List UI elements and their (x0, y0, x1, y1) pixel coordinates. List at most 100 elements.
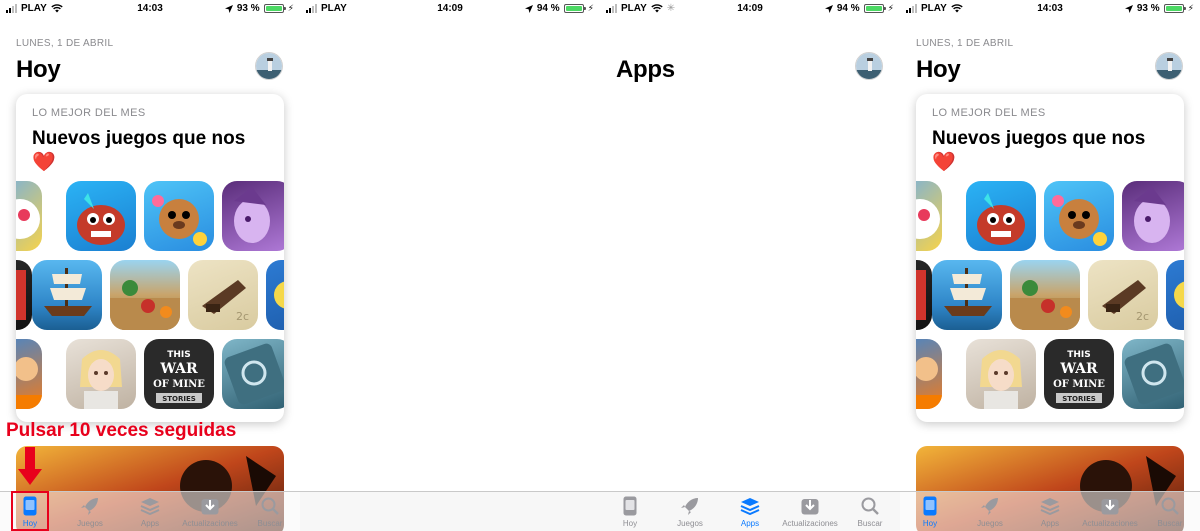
app-icon[interactable] (32, 260, 102, 330)
app-icon[interactable] (66, 339, 136, 409)
status-bar: PLAY 14:03 93 % ⚡ (0, 0, 300, 18)
charging-icon: ⚡ (587, 3, 594, 13)
tab-apps[interactable]: Apps (120, 492, 180, 531)
app-icon[interactable] (916, 260, 932, 330)
battery-icon (563, 4, 586, 13)
battery-percent: 93 % (236, 3, 260, 14)
app-icon[interactable] (222, 181, 284, 251)
charging-icon: ⚡ (887, 3, 894, 13)
heart-emoji: ❤️ (932, 152, 956, 173)
location-icon (824, 4, 833, 13)
tab-bar-empty (300, 491, 600, 531)
tab-juegos[interactable]: Juegos (960, 492, 1020, 531)
app-icon[interactable] (932, 260, 1002, 330)
heart-emoji: ❤️ (32, 152, 56, 173)
app-icon[interactable] (1122, 339, 1184, 409)
tab-apps[interactable]: Apps (1020, 492, 1080, 531)
tab-juegos[interactable]: Juegos (60, 492, 120, 531)
app-icon[interactable] (144, 181, 214, 251)
app-icon[interactable] (1044, 181, 1114, 251)
account-avatar[interactable] (855, 52, 883, 80)
app-icon[interactable] (966, 181, 1036, 251)
account-avatar[interactable] (1155, 52, 1183, 80)
app-icon[interactable] (110, 260, 180, 330)
page-title: Hoy (916, 56, 961, 83)
account-avatar[interactable] (255, 52, 283, 80)
card-subtitle: LO MEJOR DEL MES (32, 107, 146, 119)
screen-apps: PLAY ✳ 14:09 94 % ⚡ Apps Hoy Juegos Apps… (600, 0, 900, 531)
svg-text:OF MINE: OF MINE (153, 379, 205, 390)
screen-blank: PLAY 14:09 94 % ⚡ (300, 0, 600, 531)
app-icon[interactable]: THIS WAR OF MINE STORIES (144, 339, 214, 409)
app-icon[interactable] (222, 339, 284, 409)
app-icon[interactable]: 2c (1088, 260, 1158, 330)
download-icon (1098, 495, 1122, 517)
download-icon (798, 495, 822, 517)
svg-text:WAR: WAR (159, 361, 198, 377)
tab-buscar[interactable]: Buscar (1140, 492, 1200, 531)
svg-text:OF MINE: OF MINE (1053, 379, 1105, 390)
rocket-icon (678, 495, 702, 517)
app-icon[interactable]: 2c (188, 260, 258, 330)
featured-card[interactable]: LO MEJOR DEL MES Nuevos juegos que nos ❤… (916, 94, 1184, 422)
app-icon[interactable] (1010, 260, 1080, 330)
page-title: Apps (616, 56, 675, 83)
location-icon (1124, 4, 1133, 13)
status-bar: PLAY 14:09 94 % ⚡ (300, 0, 600, 18)
card-title: Nuevos juegos que nos ❤️ (32, 128, 246, 173)
app-icon[interactable] (966, 339, 1036, 409)
highlight-box (11, 491, 49, 531)
app-icon[interactable] (66, 181, 136, 251)
app-icon[interactable] (916, 339, 942, 409)
download-icon (198, 495, 222, 517)
annotation-label: Pulsar 10 veces seguidas (6, 420, 237, 441)
tab-buscar[interactable]: Buscar (240, 492, 300, 531)
app-icon[interactable]: THIS WAR OF MINE STORIES (1044, 339, 1114, 409)
tab-bar: Hoy Juegos Apps Actualizaciones Buscar (600, 491, 900, 531)
page-title: Hoy (16, 56, 61, 83)
tab-actualizaciones[interactable]: Actualizaciones (180, 492, 240, 531)
app-icon[interactable] (16, 181, 42, 251)
tab-actualizaciones[interactable]: Actualizaciones (780, 492, 840, 531)
app-icon[interactable] (1122, 181, 1184, 251)
screen-today-2: PLAY 14:03 93 % ⚡ LUNES, 1 DE ABRIL Hoy … (900, 0, 1200, 531)
arrow-down-icon (18, 447, 42, 485)
card-title: Nuevos juegos que nos ❤️ (932, 128, 1146, 173)
layers-icon (1038, 495, 1062, 517)
tab-hoy[interactable]: Hoy (900, 492, 960, 531)
svg-text:2c: 2c (236, 310, 249, 323)
date-label: LUNES, 1 DE ABRIL (16, 38, 114, 49)
app-icon[interactable] (266, 260, 284, 330)
date-label: LUNES, 1 DE ABRIL (916, 38, 1014, 49)
battery-icon (263, 4, 286, 13)
battery-icon (863, 4, 886, 13)
charging-icon: ⚡ (287, 3, 294, 13)
app-icon[interactable] (16, 260, 32, 330)
location-icon (224, 4, 233, 13)
app-icon[interactable] (16, 339, 42, 409)
svg-text:STORIES: STORIES (1062, 395, 1096, 403)
status-bar: PLAY 14:03 93 % ⚡ (900, 0, 1200, 18)
battery-percent: 94 % (536, 3, 560, 14)
charging-icon: ⚡ (1187, 3, 1194, 13)
tab-hoy[interactable]: Hoy (600, 492, 660, 531)
battery-icon (1163, 4, 1186, 13)
layers-icon (738, 495, 762, 517)
status-bar: PLAY ✳ 14:09 94 % ⚡ (600, 0, 900, 18)
rocket-icon (978, 495, 1002, 517)
layers-icon (138, 495, 162, 517)
search-icon (258, 495, 282, 517)
featured-card[interactable]: LO MEJOR DEL MES Nuevos juegos que nos ❤… (16, 94, 284, 422)
tab-actualizaciones[interactable]: Actualizaciones (1080, 492, 1140, 531)
svg-text:STORIES: STORIES (162, 395, 196, 403)
app-icon[interactable] (1166, 260, 1184, 330)
app-icon[interactable] (916, 181, 942, 251)
svg-text:THIS: THIS (167, 350, 191, 360)
rocket-icon (78, 495, 102, 517)
tab-buscar[interactable]: Buscar (840, 492, 900, 531)
screen-today-1: PLAY 14:03 93 % ⚡ LUNES, 1 DE ABRIL Hoy … (0, 0, 300, 531)
today-icon (618, 495, 642, 517)
tab-apps[interactable]: Apps (720, 492, 780, 531)
today-icon (918, 495, 942, 517)
tab-juegos[interactable]: Juegos (660, 492, 720, 531)
